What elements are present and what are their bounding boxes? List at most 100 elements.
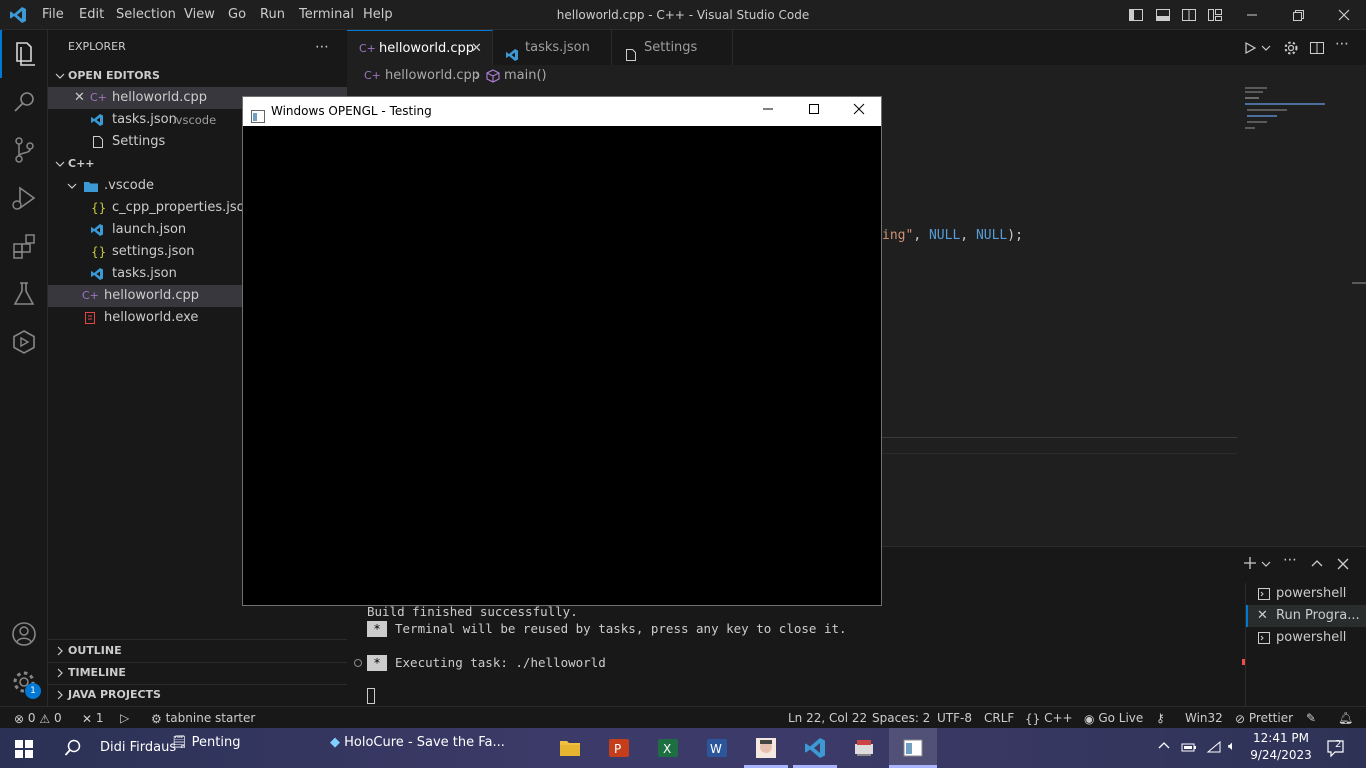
menu-edit[interactable]: Edit bbox=[79, 0, 104, 30]
terminal-session-active[interactable]: ✕ Run Progra... bbox=[1246, 605, 1366, 627]
more-actions-icon[interactable]: ⋯ bbox=[315, 40, 329, 54]
source-control-icon[interactable] bbox=[0, 126, 48, 174]
word-icon[interactable]: W bbox=[705, 736, 729, 760]
close-panel-icon[interactable] bbox=[1336, 557, 1350, 575]
terminal-session[interactable]: powershell bbox=[1246, 627, 1366, 649]
outline-section[interactable]: OUTLINE bbox=[48, 640, 347, 662]
terminal-icon bbox=[1257, 631, 1271, 653]
settings-gear-icon[interactable] bbox=[1283, 40, 1299, 60]
minimize-icon[interactable] bbox=[1244, 7, 1260, 27]
open-editors-section[interactable]: OPEN EDITORS bbox=[48, 65, 347, 87]
accounts-badge: 1 bbox=[25, 683, 41, 699]
taskbar-user[interactable]: Didi Firdaus bbox=[100, 728, 176, 768]
close-window-icon[interactable] bbox=[1336, 7, 1352, 27]
toggle-sidebar-icon[interactable] bbox=[1128, 7, 1144, 27]
breadcrumb-file[interactable]: helloworld.cpp bbox=[385, 65, 480, 87]
timeline-section[interactable]: TIMELINE bbox=[48, 662, 347, 684]
cursor-position[interactable]: Ln 22, Col 22 bbox=[788, 707, 867, 729]
split-editor-icon[interactable] bbox=[1309, 40, 1325, 60]
tab-settings[interactable]: Settings bbox=[612, 30, 733, 65]
tab-tasks-json[interactable]: tasks.json bbox=[493, 30, 612, 65]
maximize-icon[interactable] bbox=[791, 97, 837, 126]
go-live-status[interactable]: ◉ Go Live bbox=[1084, 707, 1143, 729]
show-hidden-icons-icon[interactable] bbox=[1158, 740, 1170, 756]
search-icon[interactable] bbox=[0, 78, 48, 126]
close-editor-icon[interactable]: ✕ bbox=[74, 87, 85, 109]
terminal-session-label: powershell bbox=[1276, 630, 1347, 645]
activity-bar: 1 bbox=[0, 30, 48, 706]
customize-layout-icon[interactable] bbox=[1207, 7, 1223, 27]
run-debug-icon[interactable] bbox=[0, 174, 48, 222]
accounts-icon[interactable] bbox=[0, 610, 48, 658]
menu-go[interactable]: Go bbox=[228, 0, 246, 30]
menu-terminal[interactable]: Terminal bbox=[299, 0, 354, 30]
minimap[interactable] bbox=[1243, 87, 1353, 147]
panel-more-icon[interactable]: ⋯ bbox=[1283, 552, 1297, 568]
search-icon[interactable] bbox=[64, 739, 82, 761]
language-mode[interactable]: {} C++ bbox=[1025, 707, 1073, 729]
notifications-bell-icon[interactable]: 🔔︎ bbox=[1338, 707, 1353, 729]
platform-status[interactable]: Win32 bbox=[1185, 707, 1223, 729]
svg-text:W: W bbox=[710, 742, 722, 756]
key-icon[interactable]: ⚷ bbox=[1156, 707, 1165, 729]
menu-file[interactable]: File bbox=[42, 0, 64, 30]
menu-help[interactable]: Help bbox=[363, 0, 393, 30]
opengl-window[interactable]: Windows OPENGL - Testing bbox=[242, 96, 882, 606]
file-explorer-icon[interactable] bbox=[558, 736, 582, 760]
editor-more-icon[interactable]: ⋯ bbox=[1335, 36, 1349, 52]
breadcrumb-symbol[interactable]: main() bbox=[504, 65, 547, 87]
app-taskbar-icon[interactable] bbox=[852, 736, 876, 760]
run-play-icon[interactable] bbox=[1243, 41, 1257, 59]
terminal-session[interactable]: powershell bbox=[1246, 583, 1366, 605]
tabnine-status[interactable]: ⚙ tabnine starter bbox=[151, 707, 255, 729]
remote-explorer-icon[interactable] bbox=[0, 318, 48, 366]
feedback-icon[interactable]: ✎ bbox=[1306, 707, 1316, 729]
minimize-icon[interactable] bbox=[745, 97, 791, 126]
menu-view[interactable]: View bbox=[184, 0, 215, 30]
terminal-line: * Terminal will be reused by tasks, press… bbox=[367, 621, 847, 637]
encoding[interactable]: UTF-8 bbox=[937, 707, 972, 729]
explorer-icon[interactable] bbox=[0, 30, 48, 78]
toggle-secondary-sidebar-icon[interactable] bbox=[1181, 7, 1197, 27]
clock-date: 9/24/2023 bbox=[1250, 748, 1312, 762]
opengl-taskbar-icon[interactable] bbox=[901, 736, 925, 760]
problems-status[interactable]: ⊗ 0 ⚠ 0 bbox=[14, 707, 62, 729]
taskbar-holocure[interactable]: ◆ HoloCure - Save the Fa... bbox=[330, 728, 505, 768]
ports-status[interactable]: ✕ 1 bbox=[82, 707, 104, 729]
clock[interactable]: 12:41 PM 9/24/2023 bbox=[1250, 730, 1312, 764]
windows-start-icon[interactable] bbox=[15, 740, 33, 762]
chevron-down-icon[interactable] bbox=[1261, 41, 1271, 59]
tab-helloworld-cpp[interactable]: C+ helloworld.cpp ✕ bbox=[347, 30, 493, 65]
menu-selection[interactable]: Selection bbox=[116, 0, 176, 30]
opengl-titlebar[interactable]: Windows OPENGL - Testing bbox=[243, 97, 881, 126]
close-tab-icon[interactable]: ✕ bbox=[471, 31, 482, 66]
restore-icon[interactable] bbox=[1290, 7, 1306, 27]
powerpoint-icon[interactable]: P bbox=[607, 736, 631, 760]
manage-gear-icon[interactable] bbox=[0, 658, 48, 706]
java-projects-section[interactable]: JAVA PROJECTS bbox=[48, 684, 347, 706]
excel-icon[interactable]: X bbox=[656, 736, 680, 760]
menu-run[interactable]: Run bbox=[260, 0, 285, 30]
holocure-game-icon[interactable] bbox=[754, 736, 778, 760]
close-icon[interactable] bbox=[836, 97, 882, 126]
taskbar-penting[interactable]: 🗒︎ Penting bbox=[171, 728, 240, 768]
line-ending[interactable]: CRLF bbox=[984, 707, 1014, 729]
prettier-status[interactable]: ⊘ Prettier bbox=[1235, 707, 1293, 729]
toggle-panel-icon[interactable] bbox=[1155, 7, 1171, 27]
code-null: NULL bbox=[928, 228, 961, 243]
maximize-panel-icon[interactable] bbox=[1310, 557, 1324, 575]
wifi-icon[interactable] bbox=[1206, 740, 1222, 758]
extensions-icon[interactable] bbox=[0, 222, 48, 270]
warning-icon: ⚠ bbox=[39, 711, 51, 726]
indentation[interactable]: Spaces: 2 bbox=[872, 707, 930, 729]
battery-icon[interactable] bbox=[1181, 740, 1197, 758]
editor-divider bbox=[882, 453, 1237, 454]
new-terminal-icon[interactable] bbox=[1243, 556, 1257, 574]
volume-icon[interactable]: 🔈︎ bbox=[1228, 739, 1236, 754]
testing-icon[interactable] bbox=[0, 270, 48, 318]
vscode-taskbar-icon[interactable] bbox=[803, 736, 827, 760]
run-debug-status-icon[interactable]: ▷ bbox=[120, 707, 129, 729]
app-window-icon bbox=[251, 105, 265, 134]
chevron-down-icon[interactable] bbox=[1261, 557, 1271, 575]
breadcrumb-separator-icon: › bbox=[475, 68, 481, 83]
